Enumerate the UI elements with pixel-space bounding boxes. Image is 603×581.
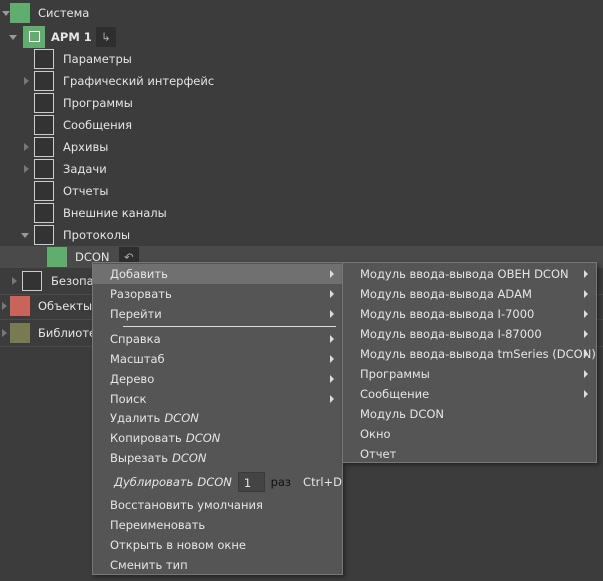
submenu-item[interactable]: Модуль ввода-вывода I-87000: [343, 324, 596, 344]
tree-label: Задачи: [63, 162, 107, 176]
menu-item-zoom[interactable]: Масштаб: [93, 349, 342, 369]
menu-item-cut[interactable]: Вырезать DCON: [93, 448, 342, 468]
tree-label: Архивы: [63, 140, 109, 154]
expand-arrow-icon[interactable]: [2, 302, 7, 310]
expand-arrow-icon[interactable]: [21, 233, 29, 238]
menu-item-change-type[interactable]: Сменить тип: [93, 555, 342, 575]
menu-item-delete[interactable]: Удалить DCON: [93, 408, 342, 428]
times-label: раз: [270, 475, 292, 489]
submenu-arrow-icon: [330, 310, 334, 318]
folder-icon: [34, 225, 54, 245]
folder-icon: [34, 181, 54, 201]
submenu-arrow-icon: [584, 330, 588, 338]
submenu-arrow-icon: [584, 310, 588, 318]
menu-item-rename[interactable]: Переименовать: [93, 515, 342, 535]
menu-separator: [123, 326, 336, 327]
expand-arrow-icon[interactable]: [24, 77, 29, 85]
menu-item-add[interactable]: Добавить: [93, 264, 342, 284]
tree-label: Внешние каналы: [63, 206, 167, 220]
objects-icon: [10, 296, 30, 316]
menu-item-copy[interactable]: Копировать DCON: [93, 428, 342, 448]
submenu-arrow-icon: [330, 335, 334, 343]
folder-icon: [34, 203, 54, 223]
expand-arrow-icon[interactable]: [2, 11, 10, 16]
duplicate-count-input[interactable]: 1: [237, 472, 265, 492]
tree-item-folder[interactable]: Внешние каналы: [0, 202, 603, 224]
tree-label: Протоколы: [63, 228, 131, 242]
menu-item-restore-defaults[interactable]: Восстановить умолчания: [93, 495, 342, 515]
submenu-arrow-icon: [330, 355, 334, 363]
submenu-arrow-icon: [330, 395, 334, 403]
tree-item-folder[interactable]: Протоколы: [0, 224, 603, 246]
submenu-item[interactable]: Сообщение: [343, 384, 596, 404]
submenu-item[interactable]: Окно: [343, 424, 596, 444]
folder-icon: [34, 115, 54, 135]
tree-item-system[interactable]: Система: [0, 2, 603, 24]
tree-label: Система: [38, 6, 90, 20]
tree-item-folder[interactable]: Отчеты: [0, 180, 603, 202]
submenu-item[interactable]: Модуль ввода-вывода tmSeries (DCON): [343, 344, 596, 364]
expand-arrow-icon[interactable]: [24, 143, 29, 151]
submenu-item[interactable]: Модуль ввода-вывода ОВЕН DCON: [343, 264, 596, 284]
context-menu: Добавить Разорвать Перейти Справка Масшт…: [92, 262, 343, 575]
folder-icon: [34, 49, 54, 69]
submenu-arrow-icon: [584, 370, 588, 378]
submenu-item[interactable]: Программы: [343, 364, 596, 384]
tree-label: Библиоте: [38, 326, 97, 340]
submenu-arrow-icon: [584, 390, 588, 398]
tree-label: Графический интерфейс: [63, 74, 215, 88]
expand-arrow-icon[interactable]: [12, 277, 17, 285]
expand-arrow-icon[interactable]: [2, 329, 7, 337]
tree-item-folder[interactable]: Задачи: [0, 158, 603, 180]
tree-label: Сообщения: [63, 118, 133, 132]
submenu-item[interactable]: Модуль ввода-вывода ADAM: [343, 284, 596, 304]
menu-item-disconnect[interactable]: Разорвать: [93, 284, 342, 304]
shortcut-label: Ctrl+D: [303, 475, 342, 489]
folder-icon: [34, 93, 54, 113]
menu-item-goto[interactable]: Перейти: [93, 304, 342, 324]
tree-label: Программы: [63, 96, 133, 110]
folder-icon: [34, 137, 54, 157]
menu-item-tree[interactable]: Дерево: [93, 369, 342, 389]
tree-label: Отчеты: [63, 184, 109, 198]
link-arrow-icon[interactable]: ↳: [96, 27, 116, 47]
submenu-arrow-icon: [330, 375, 334, 383]
submenu-item[interactable]: Отчет: [343, 444, 596, 464]
dcon-protocol-icon: [47, 247, 67, 267]
tree-item-folder[interactable]: Программы: [0, 92, 603, 114]
system-icon: [10, 3, 30, 23]
tree-item-folder[interactable]: Параметры: [0, 48, 603, 70]
tree-item-folder[interactable]: Графический интерфейс: [0, 70, 603, 92]
tree-item-folder[interactable]: Сообщения: [0, 114, 603, 136]
menu-item-duplicate[interactable]: Дублировать DCON 1 раз Ctrl+D: [93, 470, 342, 494]
submenu-item[interactable]: Модуль DCON: [343, 404, 596, 424]
folder-icon: [34, 159, 54, 179]
expand-arrow-icon[interactable]: [24, 165, 29, 173]
folder-icon: [22, 271, 42, 291]
submenu-arrow-icon: [330, 270, 334, 278]
submenu-arrow-icon: [584, 350, 588, 358]
submenu-item[interactable]: Модуль ввода-вывода I-7000: [343, 304, 596, 324]
tree-item-arm1[interactable]: АРМ 1 ↳: [0, 25, 603, 49]
tree-label: АРМ 1: [51, 30, 92, 44]
menu-item-help[interactable]: Справка: [93, 329, 342, 349]
menu-item-search[interactable]: Поиск: [93, 389, 342, 409]
expand-arrow-icon[interactable]: [9, 35, 17, 40]
tree-item-folder[interactable]: Архивы: [0, 136, 603, 158]
libraries-icon: [10, 323, 30, 343]
workstation-icon: [23, 26, 45, 48]
submenu-arrow-icon: [330, 290, 334, 298]
tree-label: Объекты: [38, 299, 93, 313]
submenu-arrow-icon: [584, 290, 588, 298]
submenu-arrow-icon: [584, 270, 588, 278]
menu-item-open-new-window[interactable]: Открыть в новом окне: [93, 535, 342, 555]
folder-icon: [34, 71, 54, 91]
add-submenu: Модуль ввода-вывода ОВЕН DCON Модуль ввод…: [342, 262, 597, 463]
tree-label: Параметры: [63, 52, 132, 66]
